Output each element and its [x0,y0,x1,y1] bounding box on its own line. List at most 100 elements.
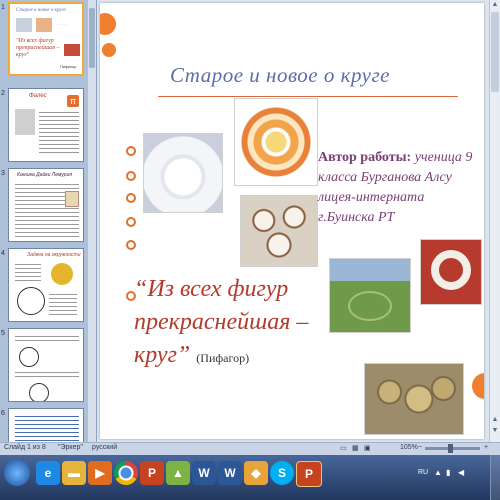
zoom-out-icon[interactable]: − [418,444,422,451]
app-icon[interactable]: ◆ [244,461,268,485]
slide-canvas[interactable]: Старое и новое о круге Автор работы: уче… [100,3,484,439]
show-desktop-button[interactable] [490,455,500,500]
slideshow-view-icon[interactable]: ▣ [364,444,371,452]
bullet-circle [126,193,136,203]
thumbnail-slide-2[interactable]: Фалес π [8,88,84,162]
thumbnail-row-6[interactable]: 6 [0,408,92,442]
scroll-up-icon[interactable]: ▲ [491,1,499,9]
thumbnail-number: 2 [1,90,5,97]
title-underline [158,96,458,97]
language-status[interactable]: русский [92,444,117,451]
word-icon[interactable]: W [192,461,216,485]
slide-scrollbar-thumb[interactable] [491,12,499,92]
thumbnail-scrollbar[interactable] [88,0,96,442]
thumbnail-text-lines [15,261,41,281]
slide-thumbnail-pane: 1 Старое и новое о круге ··· ··· ··· "Из… [0,0,97,442]
thumbnail-number: 1 [1,4,5,11]
thumbnail-number: 5 [1,330,5,337]
thumbnail-scrollbar-thumb[interactable] [89,8,95,68]
thumbnail-row-4[interactable]: 4 Задача на окружности [0,248,92,324]
thumbnail-title: Фалес [29,93,47,99]
quote-text[interactable]: “Из всех фигур прекраснейшая – круг” (Пи… [134,273,334,375]
crop-circle [348,291,392,321]
thumbnail-slide-4[interactable]: Задача на окружности [8,248,84,322]
decorative-circle [472,373,484,399]
thumbnail-text-lines [39,109,79,155]
thumbnail-slide-5[interactable] [8,328,84,402]
tray-expand-icon[interactable]: ▲ [434,468,442,477]
normal-view-icon[interactable]: ▭ [340,444,347,452]
thumbnail-text-lines [15,333,79,343]
lifebuoy-photo [420,239,482,305]
dishes-photo [240,195,318,267]
slide-editing-area: Старое и новое о круге Автор работы: уче… [97,0,500,442]
windows-taskbar: e ▬ ▶ P ▲ W W ◆ S P RU ▲ ▮ ◀ [0,455,500,500]
theme-name[interactable]: "Эркер" [58,444,83,451]
thumbnail-row-2[interactable]: 2 Фалес π [0,88,92,164]
thumbnail-slide-1[interactable]: Старое и новое о круге ··· ··· ··· "Из в… [8,2,84,76]
thumbnail-title: Задача на окружности [27,252,81,258]
circle-diagram [19,347,39,367]
zoom-level[interactable]: 105% [400,444,418,451]
bullet-circle [126,240,136,250]
slide-title[interactable]: Старое и новое о круге [170,63,470,88]
bullet-circle [126,146,136,156]
word-icon-2[interactable]: W [218,461,242,485]
bullet-circle [126,171,136,181]
powerpoint-icon[interactable]: P [140,461,164,485]
author-text[interactable]: Автор работы: ученица 9 класса Бурганова… [318,148,483,228]
media-player-icon[interactable]: ▶ [88,461,112,485]
circle-diagram [17,287,45,315]
chrome-icon[interactable] [114,461,138,485]
powerpoint-icon-2[interactable]: P [296,461,322,487]
prev-slide-icon[interactable]: ▲ [491,416,499,424]
start-orb-icon[interactable] [4,460,30,486]
thumbnail-slide-6[interactable] [8,408,84,442]
zoom-in-icon[interactable]: + [484,444,488,451]
bullet-circle [126,217,136,227]
fruit-plate-photo [234,98,318,186]
thumbnail-photo [16,18,32,32]
thumbnail-slide-3[interactable]: Каншка Дайки Лемурия [8,168,84,242]
ie-icon[interactable]: e [36,461,60,485]
thumbnail-number: 6 [1,410,5,417]
thumbnail-photo [64,44,80,56]
folder-icon[interactable]: ▬ [62,461,86,485]
thumbnail-row-5[interactable]: 5 [0,328,92,404]
decorative-circle [100,13,116,35]
thumbnail-text-lines [15,369,79,379]
thumbnail-text-lines [15,413,79,441]
lifebuoy-ring [431,250,471,290]
photo-icon[interactable]: ▲ [166,461,190,485]
network-icon[interactable]: ▮ [446,468,450,477]
thumbnail-row-1[interactable]: 1 Старое и новое о круге ··· ··· ··· "Из… [0,2,92,78]
decorative-circle [102,43,116,57]
status-bar: Слайд 1 из 8 "Эркер" русский ▭ ▦ ▣ 105% … [0,442,500,455]
thumbnail-number: 4 [1,250,5,257]
skype-icon[interactable]: S [270,461,294,485]
next-slide-icon[interactable]: ▼ [491,427,499,435]
thumbnail-image [65,191,79,207]
thumbnail-author: ··· ··· ··· [56,22,67,26]
thumbnail-number: 3 [1,170,5,177]
circle-shape [51,263,73,285]
slide-scrollbar[interactable]: ▲ ▲ ▼ [489,0,500,442]
thumbnail-text-lines [49,291,77,315]
volume-icon[interactable]: ◀ [458,468,464,477]
thumbnail-title: Каншка Дайки Лемурия [17,172,73,178]
keyboard-language[interactable]: RU [418,469,428,476]
quote-attribution: (Пифагор) [196,351,250,365]
thumbnail-photo [15,109,35,135]
zoom-slider-knob[interactable] [448,444,453,453]
slide-counter: Слайд 1 из 8 [4,444,46,451]
author-label: Автор работы: [318,150,412,165]
pi-icon: π [67,95,79,107]
thumbnail-row-3[interactable]: 3 Каншка Дайки Лемурия [0,168,92,244]
thumbnail-title: Старое и новое о круге [16,8,66,13]
thumbnail-quote: "Из всех фигур прекраснейшая – круг" [16,38,60,58]
circle-diagram [29,383,49,401]
sorter-view-icon[interactable]: ▦ [352,444,359,452]
thumbnail-photo [36,18,52,32]
cups-photo [143,133,223,213]
coins-photo [364,363,464,435]
